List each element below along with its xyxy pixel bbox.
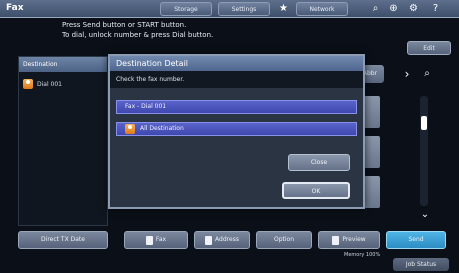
fax-label: Fax <box>155 236 167 243</box>
edit-button[interactable]: Edit <box>407 41 451 55</box>
dialog-row-fax-label: Fax - Dial 001 <box>125 103 167 110</box>
dialog-row-destination[interactable]: All Destination <box>116 122 357 136</box>
send-label: Send <box>408 236 424 243</box>
app-title: Fax <box>6 3 24 13</box>
scrollbar-thumb[interactable] <box>421 116 427 130</box>
address-button[interactable]: Address <box>194 231 250 249</box>
destination-detail-dialog: Destination Detail Check the fax number.… <box>108 54 365 209</box>
option-button[interactable]: Option <box>256 231 312 249</box>
dialog-title: Destination Detail <box>110 56 363 71</box>
search-icon[interactable]: ⌕ <box>368 2 383 16</box>
destination-list-panel: Destination Dial 001 <box>18 56 108 226</box>
person-icon <box>23 79 33 89</box>
dialog-row-destination-label: All Destination <box>140 125 184 132</box>
message-line-2: To dial, unlock number & press Dial butt… <box>62 31 214 39</box>
tab-network[interactable]: Network <box>296 2 348 16</box>
person-icon <box>125 124 135 134</box>
settings-icon[interactable]: ⚙ <box>406 2 421 16</box>
fax-button[interactable]: Fax <box>124 231 188 249</box>
tab-storage[interactable]: Storage <box>160 2 212 16</box>
address-label: Address <box>215 236 239 243</box>
help-icon[interactable]: ? <box>428 2 443 16</box>
zoom-icon[interactable]: ⊕ <box>386 2 401 16</box>
send-button[interactable]: Send <box>386 231 446 249</box>
message-line-1: Press Send button or START button. <box>62 21 187 29</box>
preview-label: Preview <box>342 236 366 243</box>
chevron-down-icon[interactable]: ⌄ <box>418 208 432 222</box>
dialog-row-fax[interactable]: Fax - Dial 001 <box>116 100 357 114</box>
destination-entry[interactable]: Dial 001 <box>23 79 62 89</box>
address-icon <box>205 235 213 245</box>
fax-icon <box>145 235 153 245</box>
close-button[interactable]: Close <box>288 154 350 171</box>
preview-button[interactable]: Preview <box>318 231 380 249</box>
dialog-subtitle: Check the fax number. <box>110 71 363 88</box>
direct-tx-date-label: Direct TX Date <box>41 236 85 243</box>
destination-list-header[interactable]: Destination <box>19 57 107 72</box>
memory-status: Memory 100% <box>344 252 381 258</box>
ok-button[interactable]: OK <box>282 182 350 199</box>
preview-icon <box>332 235 340 245</box>
chevron-right-icon[interactable]: › <box>398 65 416 83</box>
star-icon[interactable]: ★ <box>276 2 291 16</box>
top-bar: Fax Storage Settings ★ Network ⌕ ⊕ ⚙ ? <box>0 0 459 18</box>
tab-settings[interactable]: Settings <box>218 2 270 16</box>
job-status-button[interactable]: Job Status <box>393 258 449 271</box>
direct-tx-date-button[interactable]: Direct TX Date <box>18 231 108 249</box>
search-icon[interactable]: ⌕ <box>418 65 436 83</box>
option-label: Option <box>273 236 295 243</box>
destination-entry-label: Dial 001 <box>37 80 62 88</box>
scrollbar[interactable] <box>420 96 428 206</box>
